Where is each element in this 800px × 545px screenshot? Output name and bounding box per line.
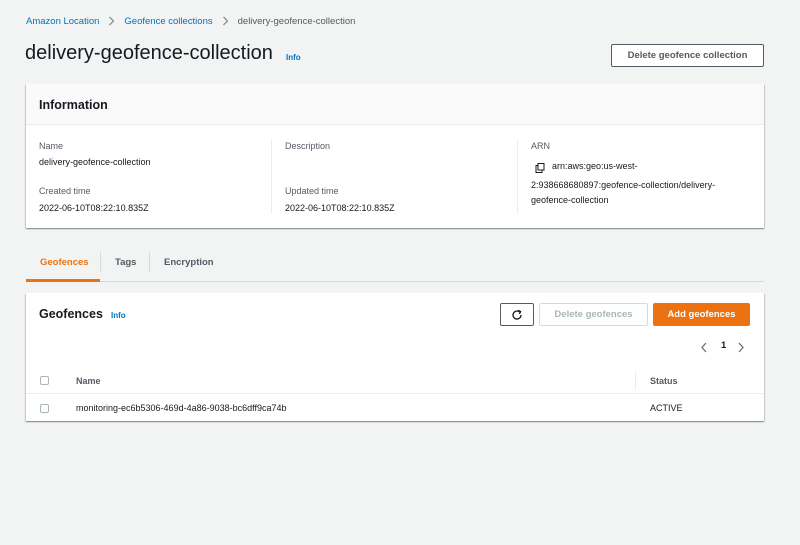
geofences-heading: Geofences <box>39 307 103 321</box>
breadcrumb-link-geofence-collections[interactable]: Geofence collections <box>124 16 212 27</box>
column-header-status[interactable]: Status <box>650 376 678 386</box>
description-label: Description <box>285 141 331 151</box>
column-header-name[interactable]: Name <box>76 376 101 386</box>
information-panel: Information Name delivery-geofence-colle… <box>26 84 764 228</box>
arn-value-line-1: arn:aws:geo:us-west- <box>552 161 638 171</box>
name-value: delivery-geofence-collection <box>39 157 151 167</box>
geofences-panel: Geofences Info Delete geofences Add geof… <box>26 293 764 421</box>
tab-tags[interactable]: Tags <box>115 257 136 268</box>
copy-icon[interactable] <box>535 160 545 178</box>
delete-geofences-button[interactable]: Delete geofences <box>539 303 648 326</box>
chevron-right-icon <box>222 16 229 26</box>
name-label: Name <box>39 141 64 151</box>
row-status: ACTIVE <box>650 403 683 413</box>
column-divider <box>271 140 272 214</box>
chevron-right-icon <box>108 16 115 26</box>
tab-active-indicator <box>26 279 100 282</box>
created-time-value: 2022-06-10T08:22:10.835Z <box>39 203 149 213</box>
delete-collection-button[interactable]: Delete geofence collection <box>611 44 764 67</box>
pagination-current-page[interactable]: 1 <box>721 340 726 351</box>
updated-time-value: 2022-06-10T08:22:10.835Z <box>285 203 395 213</box>
breadcrumb: Amazon Location Geofence collections del… <box>26 14 355 28</box>
chevron-right-icon[interactable] <box>737 340 745 358</box>
tab-geofences[interactable]: Geofences <box>40 257 89 268</box>
information-heading: Information <box>39 98 108 112</box>
created-time-label: Created time <box>39 186 91 196</box>
arn-value-line-3: geofence-collection <box>531 195 609 205</box>
select-all-checkbox[interactable] <box>40 376 49 385</box>
arn-value-line-2: 2:938668680897:geofence-collection/deliv… <box>531 180 716 190</box>
header-info-link[interactable]: Info <box>286 53 301 62</box>
refresh-icon <box>511 309 523 321</box>
arn-label: ARN <box>531 141 551 151</box>
tab-separator <box>100 252 101 272</box>
column-divider <box>635 372 636 390</box>
tab-encryption[interactable]: Encryption <box>164 257 214 268</box>
tabs-divider <box>26 281 764 282</box>
row-name: monitoring-ec6b5306-469d-4a86-9038-bc6df… <box>76 403 287 413</box>
breadcrumb-current: delivery-geofence-collection <box>237 15 356 27</box>
refresh-button[interactable] <box>500 303 534 326</box>
column-divider <box>517 140 518 214</box>
add-geofences-button[interactable]: Add geofences <box>653 303 750 326</box>
information-header <box>26 84 764 125</box>
tab-separator <box>149 252 150 272</box>
breadcrumb-link-amazon-location[interactable]: Amazon Location <box>26 16 99 27</box>
updated-time-label: Updated time <box>285 186 339 196</box>
chevron-left-icon[interactable] <box>700 340 708 358</box>
page-title: delivery-geofence-collection <box>25 42 273 64</box>
geofences-info-link[interactable]: Info <box>111 311 126 320</box>
row-checkbox[interactable] <box>40 404 49 413</box>
